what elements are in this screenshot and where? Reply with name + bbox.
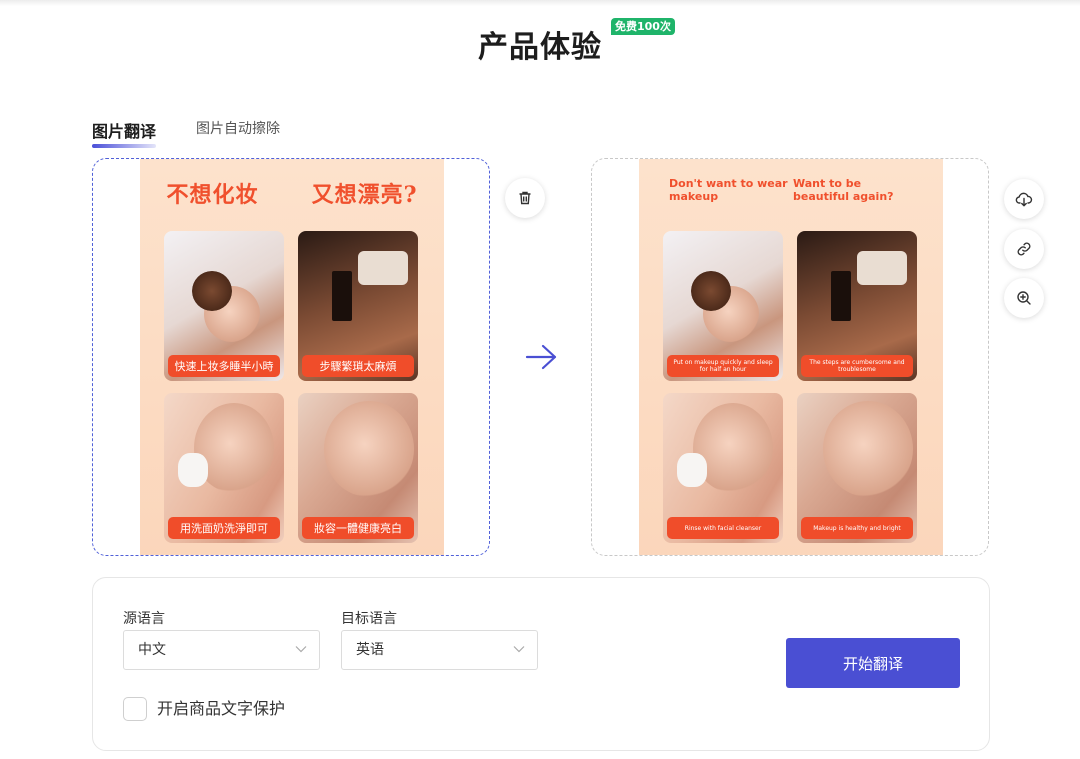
chevron-down-icon	[513, 646, 525, 653]
poster-caption: 妝容一體健康亮白	[302, 517, 414, 539]
zoom-in-button[interactable]	[1004, 278, 1044, 318]
tab-bar: 图片翻译 图片自动擦除	[92, 118, 280, 148]
poster-photo-sleeping: Put on makeup quickly and sleep for half…	[663, 231, 783, 381]
result-image-panel: Don't want to wear makeup Want to be bea…	[591, 158, 989, 556]
translated-headline-right: Want to be beautiful again?	[793, 177, 894, 203]
poster-caption: The steps are cumbersome and troublesome	[801, 355, 913, 377]
poster-photo-makeup: The steps are cumbersome and troublesome	[797, 231, 917, 381]
trash-icon	[519, 191, 531, 205]
source-poster-headline: 不想化妆 又想漂亮?	[140, 177, 444, 209]
delete-button[interactable]	[505, 178, 545, 218]
link-icon	[1017, 242, 1031, 256]
text-protection-checkbox[interactable]	[123, 697, 147, 721]
poster-caption: Put on makeup quickly and sleep for half…	[667, 355, 779, 377]
page-title: 产品体验	[478, 30, 602, 65]
source-headline-left: 不想化妆	[166, 182, 259, 208]
translated-headline-left: Don't want to wear makeup	[669, 177, 788, 203]
text-protection-label: 开启商品文字保护	[157, 699, 286, 718]
poster-photo-skin: Makeup is healthy and bright	[797, 393, 917, 543]
top-shadow	[0, 0, 1080, 6]
target-language-select[interactable]: 英语	[341, 630, 538, 670]
source-poster: 不想化妆 又想漂亮? 快速上妆多睡半小時 步驟繁瑣太麻煩 用洗面奶洗淨即可 妝容…	[140, 159, 444, 555]
poster-photo-makeup: 步驟繁瑣太麻煩	[298, 231, 418, 381]
source-language-label: 源语言	[123, 611, 165, 627]
chevron-down-icon	[295, 646, 307, 653]
translated-poster: Don't want to wear makeup Want to be bea…	[639, 159, 943, 555]
poster-photo-sleeping: 快速上妆多睡半小時	[164, 231, 284, 381]
poster-photo-skin: 妝容一體健康亮白	[298, 393, 418, 543]
poster-caption: 用洗面奶洗淨即可	[168, 517, 280, 539]
arrow-right-icon	[525, 344, 557, 370]
poster-caption: Rinse with facial cleanser	[667, 517, 779, 539]
target-language-value: 英语	[356, 642, 384, 658]
source-language-select[interactable]: 中文	[123, 630, 320, 670]
tab-image-translate[interactable]: 图片翻译	[92, 118, 157, 148]
translated-poster-headline: Don't want to wear makeup Want to be bea…	[639, 177, 943, 203]
poster-caption: 步驟繁瑣太麻煩	[302, 355, 414, 377]
target-language-label: 目标语言	[341, 611, 397, 627]
copy-link-button[interactable]	[1004, 229, 1044, 269]
download-button[interactable]	[1004, 179, 1044, 219]
tab-image-erase[interactable]: 图片自动擦除	[196, 118, 280, 148]
poster-caption: Makeup is healthy and bright	[801, 517, 913, 539]
poster-photo-cleansing: Rinse with facial cleanser	[663, 393, 783, 543]
source-language-value: 中文	[138, 642, 166, 658]
start-translate-button[interactable]: 开始翻译	[786, 638, 960, 688]
translation-settings: 源语言 中文 目标语言 英语 开启商品文字保护 开始翻译	[92, 577, 990, 751]
poster-photo-cleansing: 用洗面奶洗淨即可	[164, 393, 284, 543]
source-headline-right: 又想漂亮?	[311, 182, 418, 208]
cloud-download-icon	[1015, 192, 1033, 207]
zoom-in-icon	[1017, 291, 1031, 305]
source-image-panel[interactable]: 不想化妆 又想漂亮? 快速上妆多睡半小時 步驟繁瑣太麻煩 用洗面奶洗淨即可 妝容…	[92, 158, 490, 556]
poster-caption: 快速上妆多睡半小時	[168, 355, 280, 377]
free-badge: 免费100次	[611, 18, 675, 35]
